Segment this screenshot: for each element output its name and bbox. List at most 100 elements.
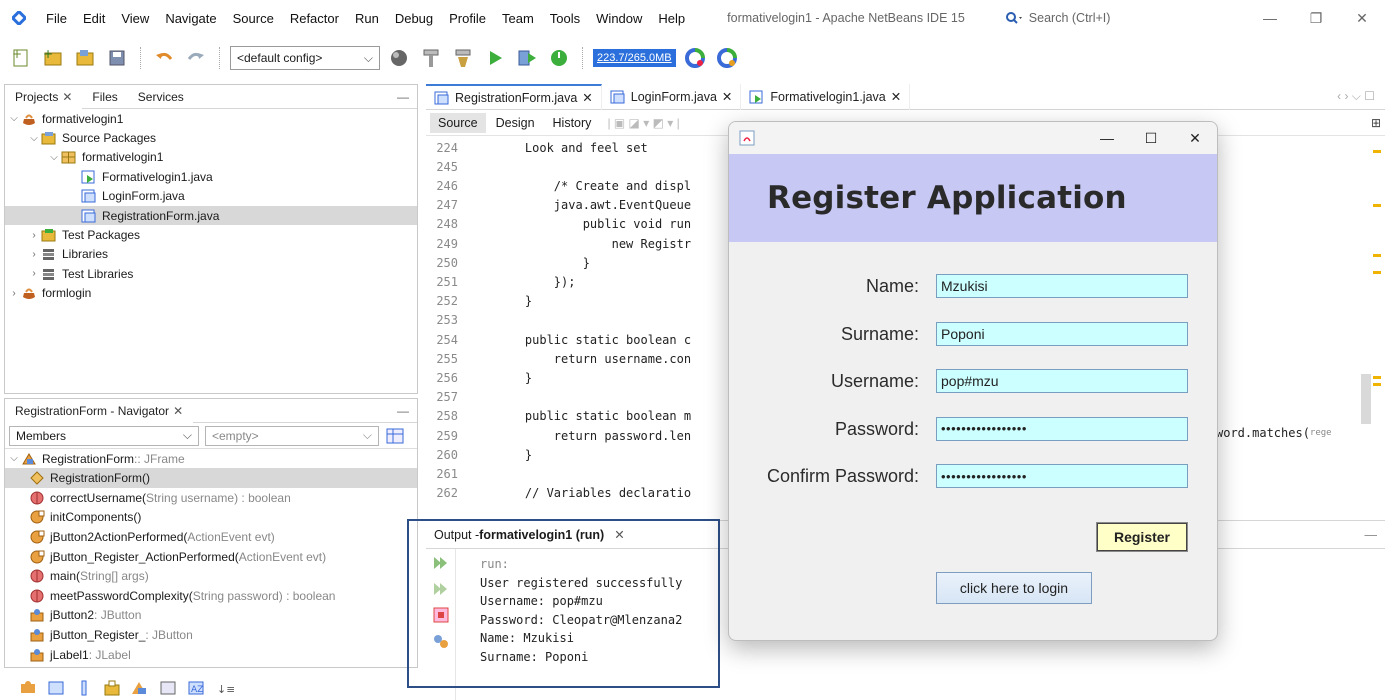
menu-item[interactable]: Team — [494, 11, 542, 26]
text-field[interactable]: Poponi — [936, 321, 1188, 346]
navigator-member[interactable]: RegistrationForm() — [5, 468, 417, 488]
menu-item[interactable]: Help — [650, 11, 693, 26]
minimize-pane-button[interactable]: — — [397, 90, 409, 104]
tree-item[interactable]: Formativelogin1.java — [5, 167, 417, 186]
error-stripe-mark[interactable] — [1373, 271, 1381, 274]
error-stripe-mark[interactable] — [1373, 383, 1381, 386]
error-stripe-mark[interactable] — [1373, 204, 1381, 207]
menu-item[interactable]: Tools — [542, 11, 588, 26]
menu-item[interactable]: Navigate — [157, 11, 224, 26]
tree-item[interactable]: RegistrationForm.java — [5, 205, 417, 226]
stop-icon[interactable] — [432, 607, 450, 623]
error-stripe-mark[interactable] — [1373, 150, 1381, 153]
new-file-button[interactable]: + — [8, 45, 34, 71]
tree-item[interactable]: ⌵ formativelogin1 — [5, 148, 417, 167]
navigator-member[interactable]: jLabel1 : JLabel — [5, 645, 417, 665]
menu-item[interactable]: Refactor — [282, 11, 347, 26]
static-filter-icon[interactable] — [46, 679, 66, 697]
navigator-member[interactable]: correctUsername(String username) : boole… — [5, 488, 417, 508]
fields-filter-icon[interactable] — [18, 679, 38, 697]
memory-indicator[interactable]: 223.7/265.0MB — [593, 49, 676, 67]
run-button[interactable] — [482, 45, 508, 71]
dialog-close-button[interactable]: ✕ — [1173, 122, 1217, 154]
sort-by-source-icon[interactable]: AZ — [186, 679, 206, 697]
save-all-button[interactable] — [104, 45, 130, 71]
chevron-down-icon[interactable]: ⌵ — [7, 113, 21, 124]
clean-build-button[interactable] — [418, 45, 444, 71]
editor-toolbar-icons[interactable]: | ▣ ◪ ▾ ◩ ▾ | — [607, 116, 679, 130]
tree-item[interactable]: › Test Packages — [5, 225, 417, 244]
config-select[interactable]: <default config> ⌵ — [230, 46, 380, 70]
navigator-member[interactable]: jButton2ActionPerformed(ActionEvent evt) — [5, 527, 417, 547]
design-tab[interactable]: Design — [488, 113, 543, 133]
minimize-button[interactable]: — — [1247, 0, 1293, 36]
menu-item[interactable]: View — [113, 11, 157, 26]
navigator-member[interactable]: meetPasswordComplexity(String password) … — [5, 586, 417, 606]
chevron-right-icon[interactable]: › — [27, 249, 41, 260]
close-icon[interactable]: ✕ — [173, 404, 183, 418]
redo-button[interactable] — [183, 45, 209, 71]
split-editor-icon[interactable]: ⊞ — [1371, 116, 1381, 130]
error-stripe-mark[interactable] — [1373, 254, 1381, 257]
minimize-pane-button[interactable]: — — [1365, 528, 1378, 542]
tree-item[interactable]: LoginForm.java — [5, 187, 417, 206]
close-icon[interactable]: ✕ — [891, 89, 901, 104]
tab-files[interactable]: Files — [82, 85, 127, 109]
menu-item[interactable]: File — [38, 11, 75, 26]
sort-by-name-icon[interactable] — [158, 679, 178, 697]
chevron-right-icon[interactable]: › — [27, 268, 41, 279]
tab-projects[interactable]: Projects ✕ — [5, 84, 83, 109]
debug-button[interactable] — [514, 45, 540, 71]
dialog-minimize-button[interactable]: — — [1085, 122, 1129, 154]
editor-tab-registrationform[interactable]: RegistrationForm.java ✕ — [426, 83, 602, 110]
sort-icon[interactable]: ↓≡ — [214, 679, 234, 697]
menu-item[interactable]: Profile — [441, 11, 494, 26]
members-select[interactable]: Members ⌵ — [9, 425, 199, 446]
gc-now-button[interactable] — [714, 45, 740, 71]
source-tab[interactable]: Source — [430, 112, 486, 133]
dialog-title-bar[interactable]: — ☐ ✕ — [729, 122, 1217, 154]
editor-tab-loginform[interactable]: LoginForm.java ✕ — [602, 83, 742, 110]
maximize-button[interactable]: ❐ — [1293, 0, 1339, 36]
menu-item[interactable]: Debug — [387, 11, 441, 26]
close-icon[interactable]: ✕ — [614, 527, 624, 542]
history-tab[interactable]: History — [545, 113, 600, 133]
close-icon[interactable]: ✕ — [62, 90, 72, 104]
tab-nav-arrows[interactable]: ‹ › ⌵ ☐ — [1337, 89, 1375, 104]
tree-item[interactable]: › Libraries — [5, 245, 417, 264]
password-field[interactable]: ••••••••••••••••• — [936, 464, 1188, 488]
globe-button[interactable] — [386, 45, 412, 71]
editor-scrollbar[interactable] — [1361, 374, 1371, 424]
dialog-maximize-button[interactable]: ☐ — [1129, 122, 1173, 154]
menu-item[interactable]: Edit — [75, 11, 113, 26]
navigator-member[interactable]: jButton_Register_ActionPerformed(ActionE… — [5, 547, 417, 567]
close-icon[interactable]: ✕ — [722, 89, 732, 104]
clean-and-build-button[interactable] — [450, 45, 476, 71]
password-field[interactable]: ••••••••••••••••• — [936, 416, 1188, 441]
open-project-button[interactable] — [72, 45, 98, 71]
rerun-icon[interactable] — [432, 555, 450, 571]
tree-item[interactable]: ⌵ Source Packages — [5, 128, 417, 147]
navigator-root[interactable]: ⌵ RegistrationForm :: JFrame — [5, 449, 417, 468]
menu-item[interactable]: Run — [347, 11, 387, 26]
new-project-button[interactable]: + — [40, 45, 66, 71]
inherited-filter-icon[interactable] — [102, 679, 122, 697]
class-filter-icon[interactable] — [130, 679, 150, 697]
tree-item[interactable]: › formlogin — [5, 284, 417, 303]
chevron-right-icon[interactable]: › — [27, 230, 41, 241]
tree-item[interactable]: ⌵ formativelogin1 — [5, 109, 417, 128]
chevron-right-icon[interactable]: › — [7, 288, 21, 299]
search-box[interactable]: Search (Ctrl+I) — [1005, 11, 1110, 25]
chevron-down-icon[interactable]: ⌵ — [7, 453, 21, 464]
navigator-member[interactable]: main(String[] args) — [5, 566, 417, 586]
rerun-with-params-icon[interactable] — [432, 581, 450, 597]
tree-item[interactable]: › Test Libraries — [5, 264, 417, 283]
text-field[interactable]: Mzukisi — [936, 274, 1188, 298]
chevron-down-icon[interactable]: ⌵ — [47, 152, 61, 163]
menu-item[interactable]: Source — [225, 11, 282, 26]
nonpublic-filter-icon[interactable] — [74, 679, 94, 697]
login-link-button[interactable]: click here to login — [936, 572, 1092, 604]
register-button[interactable]: Register — [1096, 522, 1188, 552]
chevron-down-icon[interactable]: ⌵ — [27, 133, 41, 144]
profile-button[interactable] — [546, 45, 572, 71]
